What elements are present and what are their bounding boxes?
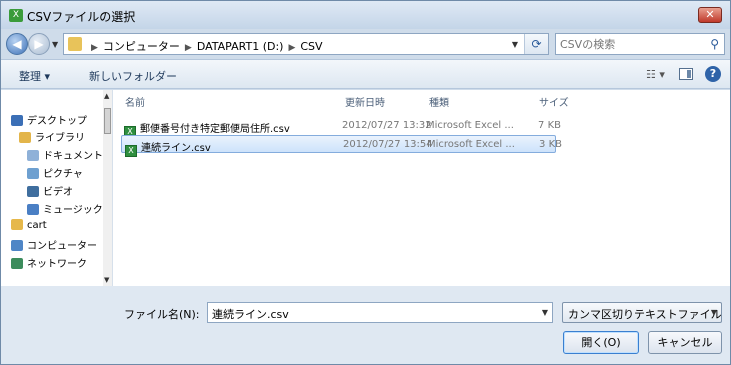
app-icon: X: [9, 9, 23, 22]
filename-value[interactable]: 連続ライン.csv: [212, 306, 289, 322]
file-open-dialog: X CSVファイルの選択 ✕ ◀ ▶ ▼ ▶ コンピューター ▶ DATAPART1 …: [0, 0, 731, 365]
dialog-footer: ファイル名(N): 連続ライン.csv ▼ カンマ区切りテキストファイル ▼ 開…: [1, 286, 730, 364]
file-list: 名前 更新日時 種類 サイズ X 郵便番号付き特定郵便局住所.csv 2012/0…: [117, 90, 730, 286]
scroll-thumb[interactable]: [104, 108, 111, 134]
chevron-right-icon[interactable]: ▶: [91, 43, 98, 53]
file-row-selected[interactable]: X 連続ライン.csv 2012/07/27 13:54 Microsoft Ex…: [121, 135, 562, 157]
excel-csv-icon: X: [125, 145, 137, 157]
file-name: 郵便番号付き特定郵便局住所.csv: [140, 124, 290, 135]
address-bar[interactable]: ▶ コンピューター ▶ DATAPART1 (D:) ▶ CSV ▼ ⟳: [63, 33, 549, 55]
scroll-down-icon[interactable]: ▼: [104, 276, 109, 284]
chevron-right-icon[interactable]: ▶: [185, 43, 192, 53]
recent-pages-dropdown-icon[interactable]: ▼: [52, 40, 58, 49]
pictures-icon: [27, 168, 39, 179]
sidebar-item-documents[interactable]: ドキュメント: [27, 147, 103, 165]
computer-icon: [11, 240, 23, 251]
close-button[interactable]: ✕: [698, 7, 722, 23]
search-input[interactable]: [560, 36, 700, 52]
library-icon: [19, 132, 31, 143]
change-view-button[interactable]: ☷ ▾: [646, 68, 665, 81]
organize-button[interactable]: 整理 ▾: [19, 68, 50, 84]
videos-icon: [27, 186, 39, 197]
sidebar-item-network[interactable]: ネットワーク: [11, 255, 103, 273]
chevron-right-icon[interactable]: ▶: [288, 43, 295, 53]
file-type: Microsoft Excel ...: [426, 120, 514, 131]
file-size: 7 KB: [538, 120, 561, 131]
refresh-button[interactable]: ⟳: [524, 34, 548, 54]
sidebar-item-cart[interactable]: cart: [11, 219, 103, 237]
sidebar-item-music[interactable]: ミュージック: [27, 201, 103, 219]
folder-icon: [68, 37, 82, 51]
file-row[interactable]: X 郵便番号付き特定郵便局住所.csv 2012/07/27 13:32 Micr…: [121, 117, 561, 138]
breadcrumb-computer[interactable]: コンピューター: [103, 40, 180, 53]
address-dropdown-icon[interactable]: ▼: [512, 40, 518, 49]
breadcrumb: ▶ コンピューター ▶ DATAPART1 (D:) ▶ CSV: [86, 38, 323, 54]
music-icon: [27, 204, 39, 215]
command-bar: 整理 ▾ 新しいフォルダー ☷ ▾ ?: [1, 59, 730, 89]
breadcrumb-drive[interactable]: DATAPART1 (D:): [197, 40, 284, 53]
sidebar-item-pictures[interactable]: ピクチャ: [27, 165, 103, 183]
forward-button[interactable]: ▶: [28, 33, 50, 55]
filetype-select[interactable]: カンマ区切りテキストファイル ▼: [562, 302, 722, 323]
file-size: 3 KB: [539, 139, 562, 150]
back-button[interactable]: ◀: [6, 33, 28, 55]
sidebar-item-computer[interactable]: コンピューター: [11, 237, 103, 255]
column-header-size[interactable]: サイズ: [539, 94, 569, 109]
help-icon[interactable]: ?: [705, 66, 721, 82]
navigation-pane: デスクトップ ライブラリ ドキュメント ピクチャ ビデオ ミュージック cart…: [1, 90, 113, 286]
file-name: 連続ライン.csv: [141, 143, 211, 154]
open-button[interactable]: 開く(O): [563, 331, 639, 354]
documents-icon: [27, 150, 39, 161]
sidebar-item-videos[interactable]: ビデオ: [27, 183, 103, 201]
filetype-value: カンマ区切りテキストファイル: [568, 308, 722, 321]
filename-label: ファイル名(N):: [124, 308, 200, 321]
sidebar-item-desktop[interactable]: デスクトップ: [11, 112, 103, 130]
scroll-up-icon[interactable]: ▲: [104, 92, 109, 100]
preview-pane-icon[interactable]: [679, 68, 693, 80]
title-bar[interactable]: X CSVファイルの選択 ✕: [1, 1, 730, 29]
file-date: 2012/07/27 13:32: [342, 120, 432, 131]
filename-field[interactable]: 連続ライン.csv ▼: [207, 302, 553, 323]
breadcrumb-csv[interactable]: CSV: [300, 40, 322, 53]
user-folder-icon: [11, 219, 23, 230]
desktop-icon: [11, 115, 23, 126]
search-box[interactable]: ⚲: [555, 33, 725, 55]
sidebar-item-libraries[interactable]: ライブラリ: [19, 129, 103, 147]
navigation-scrollbar[interactable]: ▲ ▼: [103, 90, 112, 286]
column-header-name[interactable]: 名前: [125, 94, 145, 109]
filename-dropdown-icon[interactable]: ▼: [542, 308, 548, 317]
file-date: 2012/07/27 13:54: [343, 139, 433, 150]
network-icon: [11, 258, 23, 269]
window-title: CSVファイルの選択: [27, 10, 136, 24]
new-folder-button[interactable]: 新しいフォルダー: [89, 68, 177, 84]
cancel-button[interactable]: キャンセル: [648, 331, 722, 354]
browser-body: デスクトップ ライブラリ ドキュメント ピクチャ ビデオ ミュージック cart…: [1, 90, 730, 286]
file-type: Microsoft Excel ...: [427, 139, 515, 150]
filetype-dropdown-icon[interactable]: ▼: [711, 308, 717, 317]
column-header-date[interactable]: 更新日時: [345, 94, 385, 109]
search-icon[interactable]: ⚲: [710, 37, 719, 51]
column-header-type[interactable]: 種類: [429, 94, 449, 109]
navigation-row: ◀ ▶ ▼ ▶ コンピューター ▶ DATAPART1 (D:) ▶ CSV ▼ ⟳ ⚲: [1, 29, 730, 59]
